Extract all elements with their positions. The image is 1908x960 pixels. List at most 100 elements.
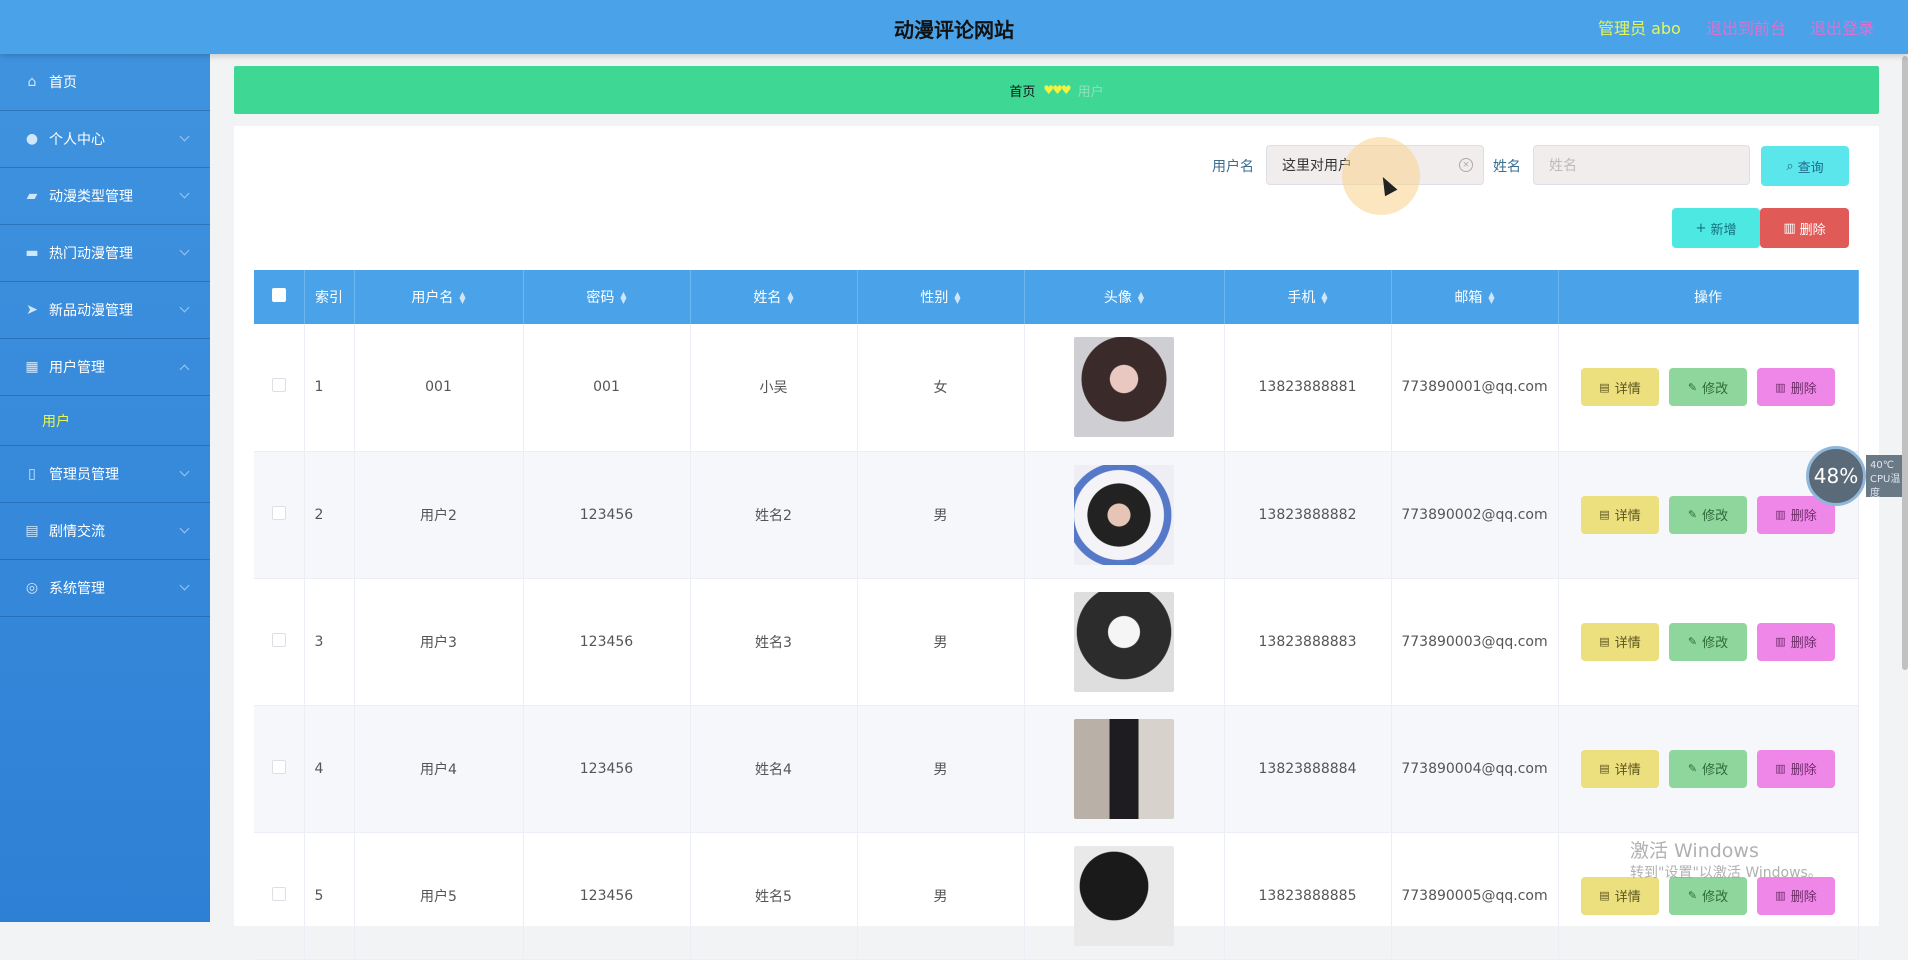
- exit-to-front-link[interactable]: 退出到前台: [1706, 15, 1786, 39]
- detail-button[interactable]: ▤ 详情: [1581, 876, 1659, 915]
- sidebar-item-admin-management[interactable]: ▯ 管理员管理: [0, 446, 210, 503]
- sort-icon[interactable]: ▲ ▼: [459, 291, 465, 305]
- detail-button[interactable]: ▤ 详情: [1581, 622, 1659, 661]
- sort-icon[interactable]: ▲ ▼: [787, 291, 793, 305]
- clear-icon[interactable]: ×: [1459, 158, 1473, 172]
- column-header[interactable]: 密码 ▲ ▼: [523, 270, 691, 324]
- edit-button-label: 修改: [1702, 890, 1729, 905]
- sort-icon[interactable]: ▲ ▼: [1138, 291, 1144, 305]
- row-checkbox[interactable]: [271, 759, 286, 774]
- sidebar-item-hot-anime[interactable]: ▬ 热门动漫管理: [0, 225, 210, 282]
- add-button[interactable]: + 新增: [1672, 208, 1760, 248]
- sidebar-item-system-management[interactable]: ◎ 系统管理: [0, 560, 210, 617]
- cell-avatar: [1024, 324, 1225, 451]
- cpu-gauge[interactable]: 48%: [1806, 446, 1866, 506]
- edit-button-label: 修改: [1702, 636, 1729, 651]
- pencil-icon: ✎: [1687, 380, 1698, 394]
- query-button[interactable]: ⌕ 查询: [1761, 146, 1849, 186]
- page-scrollbar[interactable]: [1902, 56, 1908, 670]
- chevron-down-icon: [179, 580, 190, 591]
- user-icon: ●: [25, 131, 39, 147]
- delete-button[interactable]: ▥ 删除: [1757, 876, 1835, 915]
- detail-button[interactable]: ▤ 详情: [1581, 495, 1659, 534]
- delete-button[interactable]: ▥ 删除: [1757, 749, 1835, 788]
- detail-button-label: 详情: [1614, 763, 1641, 778]
- select-all-checkbox[interactable]: [271, 288, 286, 302]
- trash-icon: ▥: [1783, 220, 1796, 236]
- row-select-cell: [254, 705, 305, 832]
- sort-icon[interactable]: ▲ ▼: [1321, 291, 1327, 305]
- document-icon: ▤: [1599, 508, 1610, 521]
- batch-delete-button-label: 删除: [1799, 222, 1826, 238]
- sidebar-item-user-management[interactable]: ▦ 用户管理: [0, 339, 210, 396]
- settings-icon: ◎: [25, 580, 39, 596]
- cursor-highlight: [1342, 137, 1420, 215]
- admin-label: 管理员 abo: [1598, 19, 1681, 38]
- name-search-label: 姓名: [1493, 159, 1521, 175]
- batch-delete-button[interactable]: ▥ 删除: [1760, 208, 1849, 248]
- sort-icon[interactable]: ▲ ▼: [620, 291, 626, 305]
- edit-button[interactable]: ✎ 修改: [1669, 622, 1747, 661]
- sort-icon[interactable]: ▲ ▼: [1488, 291, 1494, 305]
- cell-name: 姓名2: [690, 451, 858, 578]
- table-row: 4 用户4 123456 姓名4 男 13823888884 773890004…: [254, 705, 1859, 832]
- table-row: 2 用户2 123456 姓名2 男 13823888882 773890002…: [254, 451, 1859, 578]
- row-select-cell: [254, 832, 305, 959]
- edit-button[interactable]: ✎ 修改: [1669, 495, 1747, 534]
- breadcrumb-home[interactable]: 首页: [1009, 81, 1035, 100]
- column-header-label: 姓名: [753, 290, 782, 306]
- name-search-placeholder: 姓名: [1549, 158, 1577, 174]
- category-icon: ▰: [26, 188, 38, 204]
- delete-button[interactable]: ▥ 删除: [1757, 368, 1835, 407]
- sidebar-subitem-user[interactable]: 用户: [0, 396, 210, 446]
- edit-button[interactable]: ✎ 修改: [1669, 749, 1747, 788]
- avatar: [1074, 845, 1174, 946]
- breadcrumb-current: 用户: [1077, 84, 1104, 100]
- detail-button[interactable]: ▤ 详情: [1581, 749, 1659, 788]
- cell-index: 1: [304, 324, 355, 451]
- sidebar-item-label: 个人中心: [49, 132, 105, 148]
- row-checkbox[interactable]: [271, 632, 286, 647]
- column-header[interactable]: 邮箱 ▲ ▼: [1391, 270, 1559, 324]
- sidebar-item-plot-discussion[interactable]: ▤ 剧情交流: [0, 503, 210, 560]
- name-search-input[interactable]: 姓名: [1533, 145, 1750, 185]
- row-checkbox[interactable]: [271, 886, 286, 901]
- sidebar-item-new-anime[interactable]: ➤ 新品动漫管理: [0, 282, 210, 339]
- sidebar-item-personal-center[interactable]: ● 个人中心: [0, 111, 210, 168]
- detail-button-label: 详情: [1614, 381, 1641, 397]
- cell-avatar: [1024, 832, 1225, 959]
- column-header[interactable]: 手机 ▲ ▼: [1224, 270, 1392, 324]
- avatar: [1074, 591, 1174, 692]
- logout-link[interactable]: 退出登录: [1810, 15, 1874, 39]
- sidebar-item-home[interactable]: ⌂ 首页: [0, 54, 210, 111]
- sidebar-item-anime-type[interactable]: ▰ 动漫类型管理: [0, 168, 210, 225]
- row-checkbox[interactable]: [271, 378, 286, 393]
- chevron-down-icon: [179, 245, 190, 256]
- column-header[interactable]: 性别 ▲ ▼: [857, 270, 1025, 324]
- column-header[interactable]: 用户名 ▲ ▼: [354, 270, 524, 324]
- detail-button-label: 详情: [1614, 636, 1641, 651]
- chat-icon: ▤: [25, 523, 39, 539]
- trash-icon: ▥: [1775, 508, 1786, 521]
- cell-gender: 女: [857, 324, 1025, 451]
- column-header[interactable]: 头像 ▲ ▼: [1024, 270, 1225, 324]
- row-checkbox[interactable]: [271, 505, 286, 520]
- cell-avatar: [1024, 705, 1225, 832]
- column-header: 索引: [304, 270, 355, 324]
- column-header[interactable]: 姓名 ▲ ▼: [690, 270, 858, 324]
- pencil-icon: ✎: [1687, 889, 1698, 902]
- cell-index: 4: [304, 705, 355, 832]
- edit-button[interactable]: ✎ 修改: [1669, 876, 1747, 915]
- delete-button-label: 删除: [1790, 636, 1817, 651]
- delete-button[interactable]: ▥ 删除: [1757, 622, 1835, 661]
- briefcase-icon: ▬: [25, 245, 39, 261]
- cell-username: 001: [354, 324, 524, 451]
- edit-button[interactable]: ✎ 修改: [1669, 368, 1747, 407]
- detail-button[interactable]: ▤ 详情: [1581, 368, 1659, 407]
- column-header-label: 邮箱: [1454, 290, 1483, 306]
- trash-icon: ▥: [1775, 635, 1786, 648]
- add-button-label: 新增: [1710, 222, 1737, 238]
- avatar: [1074, 718, 1174, 819]
- cell-name: 小吴: [690, 324, 858, 451]
- sort-icon[interactable]: ▲ ▼: [954, 291, 960, 305]
